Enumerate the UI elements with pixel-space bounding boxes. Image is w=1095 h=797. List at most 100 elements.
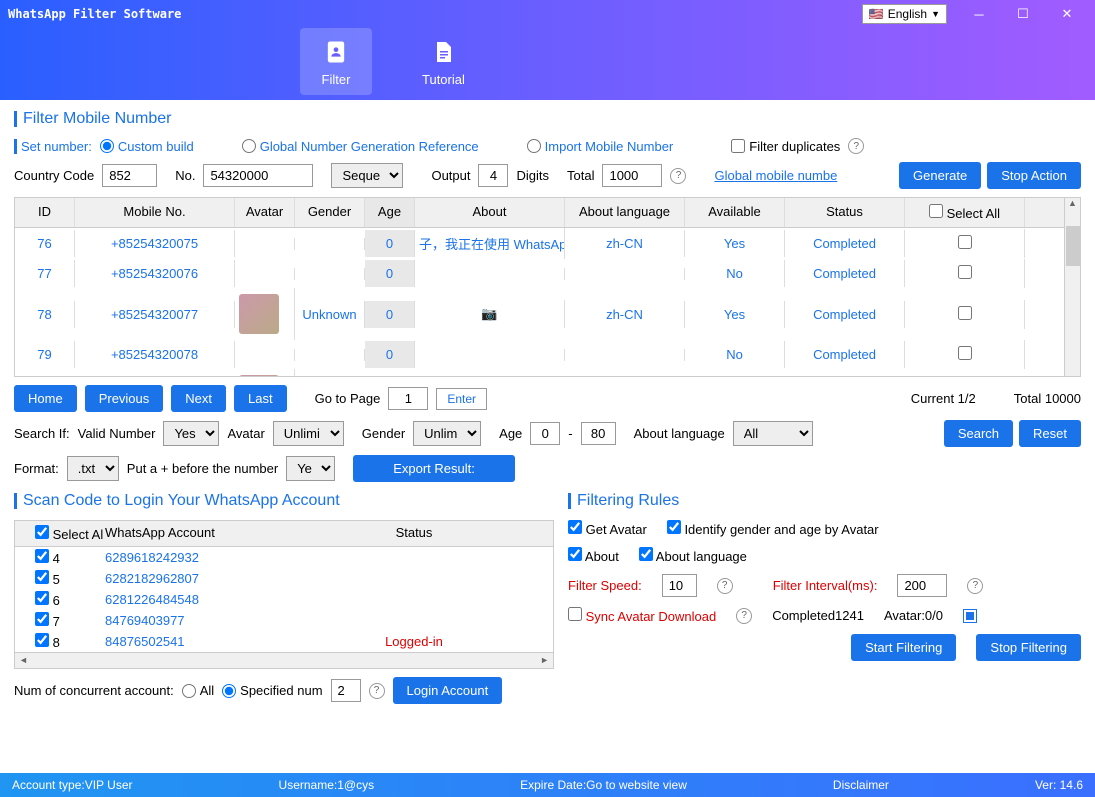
flag-icon: 🇺🇸 bbox=[869, 7, 884, 21]
radio-specified[interactable]: Specified num bbox=[222, 683, 322, 698]
radio-all[interactable]: All bbox=[182, 683, 214, 698]
age-max-input[interactable] bbox=[581, 422, 616, 445]
disclaimer-link[interactable]: Disclaimer bbox=[833, 778, 889, 792]
age-min-input[interactable] bbox=[530, 422, 560, 445]
specified-num-input[interactable] bbox=[331, 679, 361, 702]
account-row[interactable]: 884876502541Logged-in bbox=[15, 631, 553, 652]
col-lang[interactable]: About language bbox=[565, 198, 685, 227]
col-avatar[interactable]: Avatar bbox=[235, 198, 295, 227]
account-row[interactable]: 784769403977 bbox=[15, 610, 553, 631]
username: Username:1@cys bbox=[279, 778, 375, 792]
table-row[interactable]: 79+852543200780NoCompleted bbox=[15, 340, 1080, 369]
identify-checkbox[interactable]: Identify gender and age by Avatar bbox=[667, 520, 879, 537]
put-plus-select[interactable]: Ye bbox=[286, 456, 335, 481]
vertical-scrollbar[interactable]: ▲ bbox=[1064, 198, 1080, 376]
format-select[interactable]: .txt bbox=[67, 456, 119, 481]
output-input[interactable] bbox=[478, 164, 508, 187]
sequence-select[interactable]: Seque bbox=[331, 163, 403, 188]
help-icon[interactable]: ? bbox=[967, 578, 983, 594]
tab-filter[interactable]: Filter bbox=[300, 28, 372, 95]
table-row[interactable]: 77+852543200760NoCompleted bbox=[15, 259, 1080, 288]
col-age[interactable]: Age bbox=[365, 198, 415, 227]
help-icon[interactable]: ? bbox=[848, 138, 864, 154]
filter-speed-label: Filter Speed: bbox=[568, 578, 642, 593]
close-button[interactable]: ✕ bbox=[1047, 2, 1087, 26]
number-input[interactable] bbox=[203, 164, 313, 187]
radio-import[interactable]: Import Mobile Number bbox=[527, 139, 674, 154]
help-icon[interactable]: ? bbox=[670, 168, 686, 184]
row-checkbox[interactable] bbox=[958, 265, 972, 279]
search-if-label: Search If: bbox=[14, 426, 70, 441]
previous-button[interactable]: Previous bbox=[85, 385, 164, 412]
account-row[interactable]: 46289618242932 bbox=[15, 547, 553, 568]
enter-button[interactable]: Enter bbox=[436, 388, 487, 410]
col-status[interactable]: Status bbox=[785, 198, 905, 227]
global-mobile-link[interactable]: Global mobile numbe bbox=[714, 168, 837, 183]
avatar-thumbnail bbox=[239, 294, 279, 334]
radio-custom[interactable]: Custom build bbox=[100, 139, 194, 154]
avatar-select[interactable]: Unlimi bbox=[273, 421, 344, 446]
filter-interval-input[interactable] bbox=[897, 574, 947, 597]
page-input[interactable] bbox=[388, 387, 428, 410]
next-button[interactable]: Next bbox=[171, 385, 226, 412]
row-checkbox[interactable] bbox=[958, 306, 972, 320]
table-row[interactable]: 78+85254320077Unknown0📷zh-CNYesCompleted bbox=[15, 288, 1080, 340]
acct-col-wa: WhatsApp Account bbox=[105, 525, 275, 542]
table-row[interactable]: 76+852543200750子，我正在使用 WhatsApzh-CNYesCo… bbox=[15, 228, 1080, 259]
help-icon[interactable]: ? bbox=[717, 578, 733, 594]
col-about[interactable]: About bbox=[415, 198, 565, 227]
total-input[interactable] bbox=[602, 164, 662, 187]
acct-select-all[interactable]: Select Al bbox=[15, 525, 105, 542]
help-icon[interactable]: ? bbox=[736, 608, 752, 624]
start-filtering-button[interactable]: Start Filtering bbox=[851, 634, 956, 661]
account-row[interactable]: 66281226484548 bbox=[15, 589, 553, 610]
col-id[interactable]: ID bbox=[15, 198, 75, 227]
gender-select[interactable]: Unlim bbox=[413, 421, 481, 446]
acct-col-status: Status bbox=[275, 525, 553, 542]
stop-filtering-button[interactable]: Stop Filtering bbox=[976, 634, 1081, 661]
about-lang-select[interactable]: All bbox=[733, 421, 813, 446]
minimize-button[interactable]: ─ bbox=[959, 2, 999, 26]
account-checkbox[interactable] bbox=[35, 591, 49, 605]
row-checkbox[interactable] bbox=[958, 235, 972, 249]
stop-action-button[interactable]: Stop Action bbox=[987, 162, 1081, 189]
account-checkbox[interactable] bbox=[35, 549, 49, 563]
help-icon[interactable]: ? bbox=[369, 683, 385, 699]
col-gender[interactable]: Gender bbox=[295, 198, 365, 227]
filter-speed-input[interactable] bbox=[662, 574, 697, 597]
completed-stat: Completed1241 bbox=[772, 608, 864, 623]
about-lang-checkbox[interactable]: About language bbox=[639, 547, 747, 564]
valid-select[interactable]: Yes bbox=[163, 421, 219, 446]
stop-indicator bbox=[963, 609, 977, 623]
col-select-all[interactable]: Select All bbox=[905, 198, 1025, 227]
account-checkbox[interactable] bbox=[35, 633, 49, 647]
radio-global[interactable]: Global Number Generation Reference bbox=[242, 139, 479, 154]
last-button[interactable]: Last bbox=[234, 385, 287, 412]
about-checkbox[interactable]: About bbox=[568, 547, 619, 564]
account-checkbox[interactable] bbox=[35, 570, 49, 584]
search-button[interactable]: Search bbox=[944, 420, 1013, 447]
no-label: No. bbox=[175, 168, 195, 183]
account-checkbox[interactable] bbox=[35, 612, 49, 626]
col-mobile[interactable]: Mobile No. bbox=[75, 198, 235, 227]
col-available[interactable]: Available bbox=[685, 198, 785, 227]
reset-button[interactable]: Reset bbox=[1019, 420, 1081, 447]
tab-tutorial[interactable]: Tutorial bbox=[402, 28, 485, 95]
chevron-down-icon: ▼ bbox=[931, 9, 940, 19]
total-count: Total 10000 bbox=[1014, 391, 1081, 406]
maximize-button[interactable]: ☐ bbox=[1003, 2, 1043, 26]
language-select[interactable]: 🇺🇸 English ▼ bbox=[862, 4, 947, 24]
horizontal-scrollbar[interactable] bbox=[15, 652, 553, 668]
generate-button[interactable]: Generate bbox=[899, 162, 981, 189]
country-code-input[interactable] bbox=[102, 164, 157, 187]
home-button[interactable]: Home bbox=[14, 385, 77, 412]
export-button[interactable]: Export Result: bbox=[353, 455, 515, 482]
sync-avatar-checkbox[interactable]: Sync Avatar Download bbox=[568, 607, 716, 624]
table-row[interactable]: 80+85254320079Female24😊zh-CNYesCompleted bbox=[15, 369, 1080, 376]
expire-date[interactable]: Expire Date:Go to website view bbox=[520, 778, 687, 792]
account-row[interactable]: 56282182962807 bbox=[15, 568, 553, 589]
filter-duplicates-checkbox[interactable]: Filter duplicates bbox=[731, 139, 840, 154]
login-account-button[interactable]: Login Account bbox=[393, 677, 503, 704]
row-checkbox[interactable] bbox=[958, 346, 972, 360]
get-avatar-checkbox[interactable]: Get Avatar bbox=[568, 520, 647, 537]
